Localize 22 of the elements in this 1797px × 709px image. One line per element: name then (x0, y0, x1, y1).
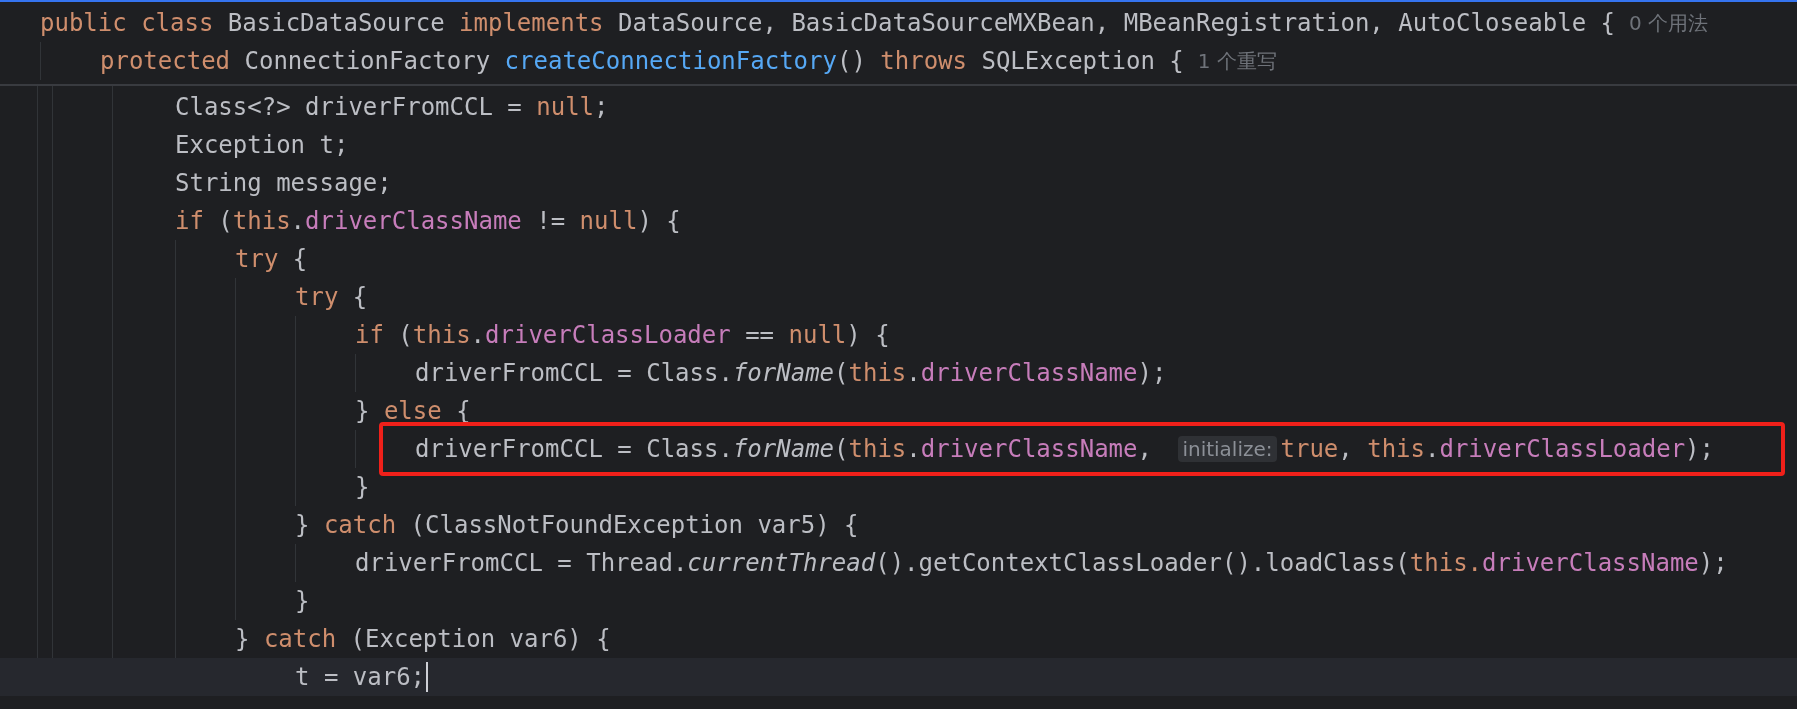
code-text: } (295, 587, 310, 615)
usage-hint[interactable]: 0 个用法 (1629, 9, 1709, 37)
text-cursor (426, 662, 429, 692)
code-text: Class<?> driverFromCCL = null; (175, 93, 609, 121)
code-text: } catch (ClassNotFoundException var5) { (295, 511, 859, 539)
code-text: try { (295, 283, 368, 311)
code-text: } (355, 473, 370, 501)
code-text: t = var6; (295, 663, 426, 691)
code-text: if (this.driverClassName != null) { (175, 207, 681, 235)
code-text: } catch (Exception var6) { (235, 625, 611, 653)
code-text: driverFromCCL = Class.forName(this.driverClassName, (415, 435, 1153, 463)
code-text: if (this.driverClassLoader == null) { (355, 321, 890, 349)
code-text: try { (235, 245, 308, 273)
code-text: driverFromCCL = Class.forName(this.driverClassName); (415, 359, 1167, 387)
code-text: String message; (175, 169, 392, 197)
code-text: driverFromCCL = Thread.currentThread().getContextClassLoader().loadClass(this.driverClassName); (355, 549, 1728, 577)
usage-hint[interactable]: 1 个重写 (1197, 47, 1277, 75)
code-text: protected ConnectionFactory createConnectionFactory() throws SQLException { (100, 47, 1184, 75)
code-text: true, this.driverClassLoader); (1280, 435, 1714, 463)
code-text: public class BasicDataSource implements DataSource, BasicDataSourceMXBean, MBeanRegistration, AutoCloseable { (40, 9, 1615, 37)
code-text: Exception t; (175, 131, 349, 159)
inlay-hint: initialize: (1178, 436, 1277, 462)
